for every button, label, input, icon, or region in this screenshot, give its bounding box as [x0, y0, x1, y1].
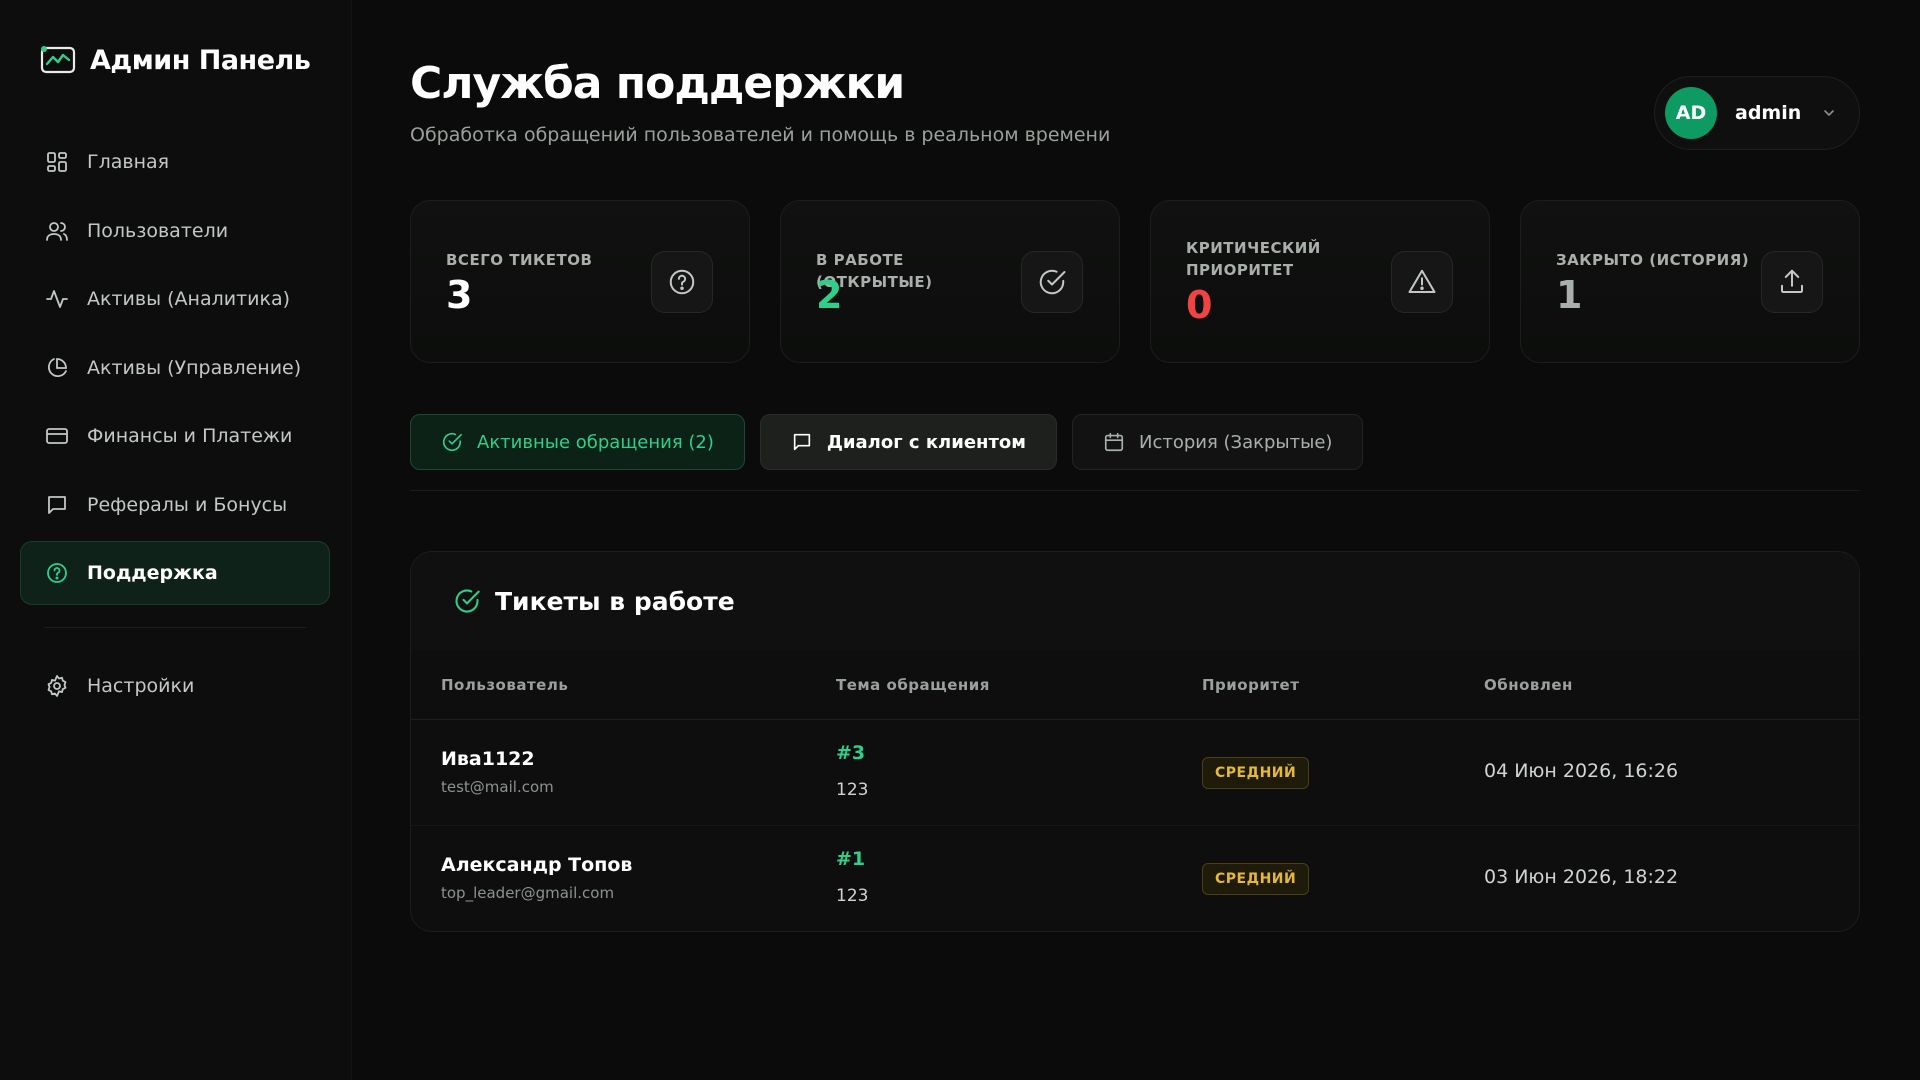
ticket-subject: 123 [836, 780, 869, 800]
ticket-subject: 123 [836, 886, 869, 906]
table-row[interactable]: Ива1122 test@mail.com #3 123 СРЕДНИЙ 04 … [411, 720, 1859, 826]
calendar-icon [1104, 432, 1124, 452]
chart-monitor-icon [40, 46, 76, 74]
stat-label: Закрыто (история) [1556, 251, 1750, 269]
column-header-topic: Тема обращения [836, 675, 990, 694]
sidebar-item-users[interactable]: Пользователи [20, 199, 330, 263]
activity-icon [46, 290, 68, 308]
sidebar-item-label: Главная [87, 151, 170, 173]
tab-active-tickets[interactable]: Активные обращения (2) [410, 414, 745, 470]
sidebar-item-label: Поддержка [87, 562, 218, 584]
sidebar-item-label: Настройки [87, 675, 195, 697]
avatar: AD [1665, 87, 1717, 139]
app-logo[interactable]: Админ Панель [40, 44, 311, 76]
panel-header: Тикеты в работе [411, 552, 1859, 650]
upload-icon [1781, 269, 1803, 293]
stat-label: Всего тикетов [446, 251, 593, 269]
priority-badge: СРЕДНИЙ [1202, 863, 1310, 895]
grid-icon [47, 152, 67, 172]
ticket-id[interactable]: #1 [836, 848, 865, 870]
help-circle-icon [669, 269, 695, 295]
check-circle-icon [455, 589, 480, 613]
tabs-divider [410, 490, 1860, 491]
sidebar-item-label: Активы (Аналитика) [87, 288, 291, 310]
user-email: test@mail.com [441, 778, 554, 796]
help-circle-icon [47, 563, 67, 583]
user-email: top_leader@gmail.com [441, 884, 615, 902]
sidebar-item-referrals[interactable]: Рефералы и Бонусы [20, 473, 330, 537]
sidebar-item-label: Рефералы и Бонусы [87, 493, 288, 516]
sidebar-item-home[interactable]: Главная [20, 130, 330, 194]
stat-label: Критический приоритет [1186, 239, 1321, 279]
stat-value: 2 [816, 273, 843, 317]
column-header-updated: Обновлен [1484, 675, 1573, 694]
main-content: Служба поддержки Обработка обращений пол… [410, 0, 1860, 1080]
tab-history[interactable]: История (Закрытые) [1072, 414, 1364, 470]
sidebar-divider [44, 627, 306, 628]
tab-client-dialog[interactable]: Диалог с клиентом [759, 414, 1057, 470]
stat-card-closed: Закрыто (история) 1 [1520, 200, 1860, 363]
stats-row: Всего тикетов 3 В работе (открытые) 2 Кр… [410, 200, 1860, 363]
column-header-priority: Приоритет [1202, 675, 1300, 694]
stat-value: 3 [446, 273, 473, 317]
tab-label: Диалог с клиентом [826, 431, 1026, 453]
message-icon [48, 495, 66, 514]
priority-badge: СРЕДНИЙ [1202, 757, 1310, 789]
stat-value: 0 [1186, 283, 1213, 327]
credit-card-icon [46, 428, 68, 444]
sidebar-item-finance[interactable]: Финансы и Платежи [20, 404, 330, 468]
sidebar: Админ Панель Главная Пользователи Активы… [0, 0, 352, 1080]
column-header-user: Пользователь [441, 675, 569, 694]
table-header: Пользователь Тема обращения Приоритет Об… [411, 650, 1859, 720]
tickets-panel: Тикеты в работе Пользователь Тема обраще… [410, 551, 1860, 932]
stat-card-critical: Критический приоритет 0 [1150, 200, 1490, 363]
stat-card-open: В работе (открытые) 2 [780, 200, 1120, 363]
stat-icon-box [1761, 251, 1823, 313]
sidebar-item-label: Активы (Управление) [87, 356, 302, 379]
check-circle-icon [442, 433, 462, 451]
sidebar-item-support[interactable]: Поддержка [20, 541, 330, 605]
chevron-down-icon [1824, 110, 1835, 117]
stat-label: В работе (открытые) [816, 251, 933, 291]
sidebar-nav: Главная Пользователи Активы (Аналитика) … [20, 130, 330, 723]
stat-card-total: Всего тикетов 3 [410, 200, 750, 363]
sidebar-item-assets-analytics[interactable]: Активы (Аналитика) [20, 267, 330, 331]
sidebar-item-assets-management[interactable]: Активы (Управление) [20, 336, 330, 400]
updated-time: 03 Июн 2026, 18:22 [1484, 866, 1679, 888]
pie-chart-icon [47, 357, 67, 377]
stat-value: 1 [1556, 273, 1583, 317]
panel-title: Тикеты в работе [495, 586, 735, 616]
page-title: Служба поддержки [410, 58, 905, 109]
check-circle-icon [1039, 269, 1066, 295]
user-name: admin [1735, 102, 1802, 124]
sidebar-item-label: Финансы и Платежи [87, 425, 293, 447]
tab-bar: Активные обращения (2) Диалог с клиентом… [410, 414, 1364, 470]
user-menu[interactable]: AD admin [1654, 76, 1860, 150]
updated-time: 04 Июн 2026, 16:26 [1484, 760, 1679, 782]
alert-triangle-icon [1408, 269, 1436, 293]
message-icon [793, 433, 811, 451]
stat-icon-box [1391, 251, 1453, 313]
sidebar-item-settings[interactable]: Настройки [20, 654, 330, 718]
ticket-id[interactable]: #3 [836, 742, 865, 764]
page-subtitle: Обработка обращений пользователей и помо… [410, 124, 1111, 146]
sidebar-item-label: Пользователи [87, 219, 229, 242]
stat-icon-box [651, 251, 713, 313]
tab-label: История (Закрытые) [1139, 431, 1333, 453]
tab-label: Активные обращения (2) [477, 431, 714, 453]
gear-icon [47, 675, 67, 697]
users-icon [46, 221, 68, 241]
app-title: Админ Панель [90, 44, 311, 76]
user-name: Ива1122 [441, 748, 535, 770]
user-name: Александр Топов [441, 854, 633, 876]
stat-icon-box [1021, 251, 1083, 313]
table-row[interactable]: Александр Топов top_leader@gmail.com #1 … [411, 826, 1859, 931]
